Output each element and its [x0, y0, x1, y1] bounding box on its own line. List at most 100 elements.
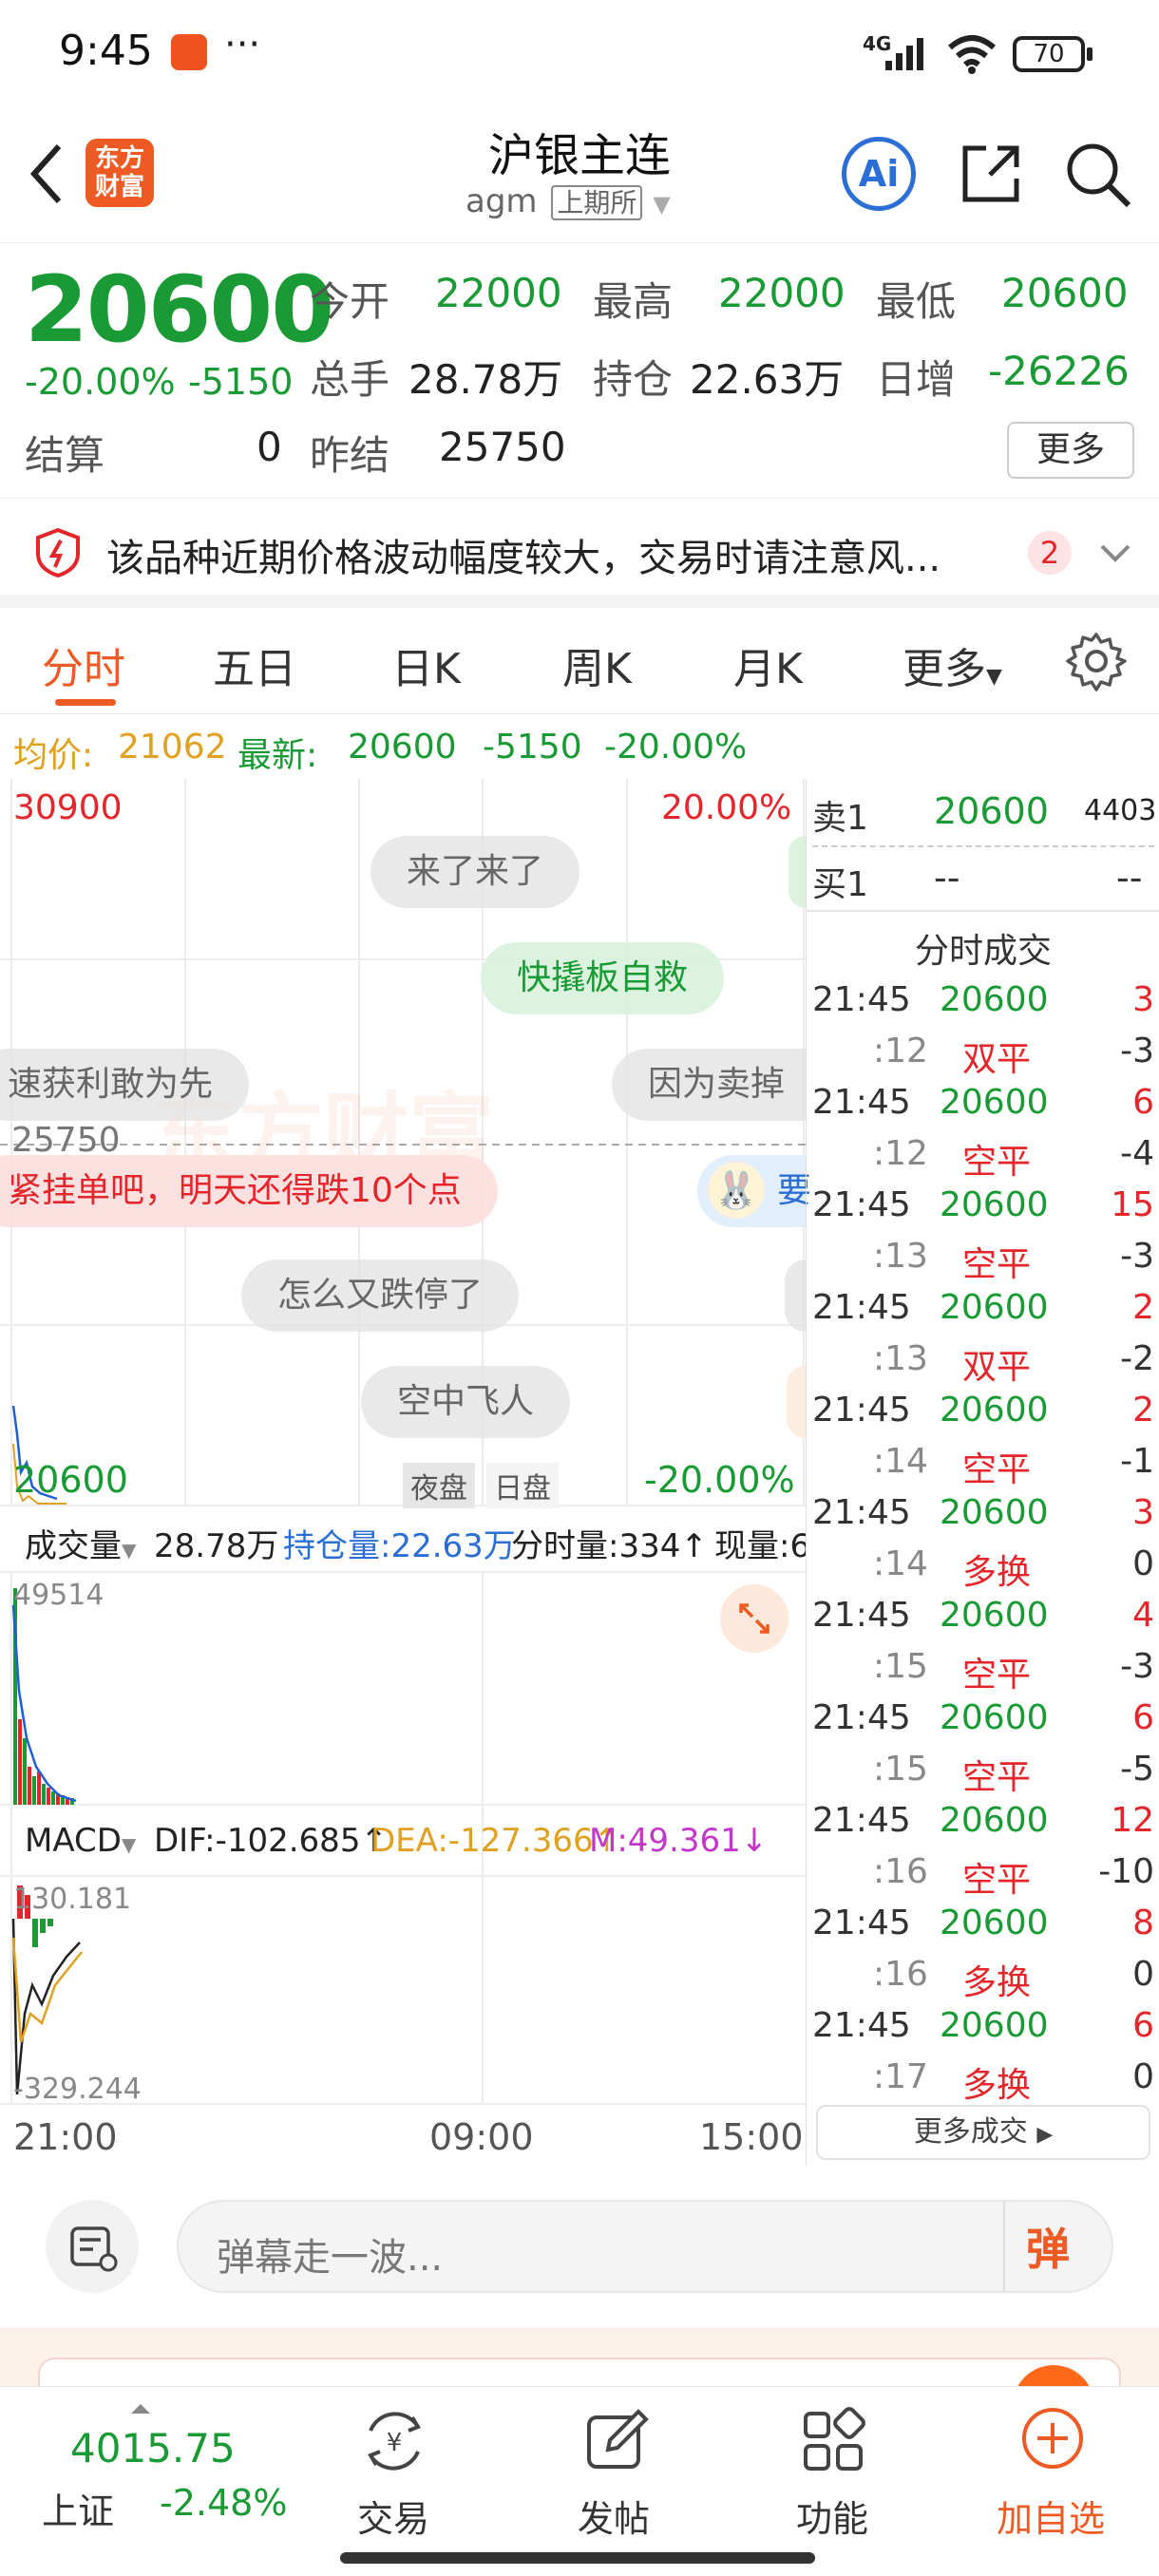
open-interest-label: 持仓 [593, 356, 674, 403]
settings-gear-icon[interactable] [1066, 631, 1127, 691]
tick-oi-change: 0 [1132, 2057, 1154, 2096]
open-value: 22000 [435, 270, 562, 316]
tick-type: 空平 [962, 1143, 1032, 1182]
tick-row-time-price: 21:45 20600 12 [807, 1795, 1159, 1847]
bid1-label: 买1 [812, 865, 868, 904]
ask1-volume: 4403 [1084, 794, 1157, 827]
caret-right-icon: ▶ [1036, 2123, 1054, 2147]
tick-row-time-price: 21:45 20600 3 [807, 1487, 1159, 1539]
tab-trade[interactable]: ¥ 交易 [308, 2387, 479, 2558]
tick-oi-change: -2 [1120, 1339, 1154, 1378]
current-volume-text: 现量:6 [714, 1527, 806, 1565]
home-indicator [340, 2552, 815, 2564]
tick-second: :13 [873, 1237, 928, 1276]
intraday-chart[interactable]: 东方财富 30900 20.00% 25750 20600 -20.00% 夜盘… [0, 779, 811, 2166]
search-icon[interactable] [1064, 141, 1134, 211]
upper-limit-price: 30900 [13, 788, 123, 827]
tick-second: :14 [873, 1544, 928, 1583]
latest-price: 20600 [348, 728, 457, 767]
danmu-bubble-partial [787, 1366, 806, 1438]
ask1-label: 卖1 [812, 799, 868, 838]
tick-oi-change: 0 [1132, 1955, 1154, 1994]
tab-intraday[interactable]: 分时 [42, 635, 125, 695]
open-interest-text: 持仓量:22.63万 [283, 1527, 516, 1565]
index-value: 4015.75 [70, 2425, 236, 2472]
tick-type: 多换 [962, 1963, 1032, 2002]
tab-add-watchlist[interactable]: 加自选 [965, 2387, 1136, 2558]
chart-period-tabs: 分时 五日 日K 周K 月K 更多▼ [0, 608, 1159, 714]
risk-warning-bar[interactable]: 该品种近期价格波动幅度较大，交易时请注意风... 2 [0, 499, 1159, 608]
chevron-down-icon: ▼ [653, 191, 671, 218]
edit-post-icon [587, 2409, 649, 2469]
tick-row-time-price: 21:45 20600 2 [807, 1282, 1159, 1334]
tick-row-type: :16 空平 -10 [807, 1847, 1159, 1900]
tick-volume: 6 [1132, 1083, 1154, 1122]
volume-indicator-header: 成交量▼ 28.78万 持仓量:22.63万 分时量:334↑ 现量:6 [0, 1510, 806, 1571]
tick-row-time-price: 21:45 20600 4 [807, 1590, 1159, 1641]
tick-type: 双平 [962, 1348, 1032, 1387]
tick-time: 21:45 [812, 2006, 911, 2045]
tab-monthly-k[interactable]: 月K [733, 635, 803, 695]
tick-row-type: :15 空平 -3 [807, 1641, 1159, 1695]
more-ticks-button[interactable]: 更多成交 ▶ [816, 2105, 1150, 2160]
tick-time: 21:45 [812, 1288, 911, 1327]
tab-more[interactable]: 更多▼ [902, 635, 1002, 695]
battery-icon: 70 [1013, 36, 1085, 72]
tab-more-label: 更多 [902, 645, 986, 693]
share-icon[interactable] [958, 141, 1024, 207]
tick-volume: 3 [1132, 1493, 1154, 1532]
status-time: 9:45 [59, 27, 153, 75]
user-avatar: 🐰 [707, 1161, 766, 1220]
ai-assistant-icon[interactable]: Ai [842, 137, 916, 211]
tick-oi-change: -1 [1120, 1442, 1154, 1481]
signal-icon [885, 38, 923, 70]
prev-settle-line-label: 25750 [11, 1121, 121, 1160]
index-ticker[interactable]: 4015.75 上证 -2.48% [38, 2402, 287, 2554]
upper-limit-percent: 20.00% [661, 788, 792, 827]
expand-chart-button[interactable] [720, 1584, 788, 1653]
back-icon[interactable] [23, 141, 70, 207]
active-tab-indicator [55, 699, 116, 706]
danmu-input-bar: 弹幕走一波... 弹 [0, 2166, 1159, 2327]
tick-price: 20600 [940, 1288, 1049, 1327]
danmu-settings-button[interactable] [46, 2200, 139, 2293]
contract-code-row[interactable]: agm 上期所 ▼ [466, 182, 694, 220]
bid1-volume: -- [1116, 857, 1143, 899]
macd-m: M:49.361↓ [589, 1822, 769, 1860]
tick-price: 20600 [940, 1493, 1049, 1532]
tab-weekly-k[interactable]: 周K [562, 635, 632, 695]
tick-volume-text: 分时量:334↑ [511, 1527, 708, 1565]
night-session-label[interactable]: 夜盘 [403, 1463, 475, 1508]
svg-text:¥: ¥ [387, 2429, 403, 2457]
tick-price: 20600 [940, 1185, 1049, 1224]
shield-alert-icon [36, 527, 80, 578]
tick-row-type: :13 空平 -3 [807, 1231, 1159, 1284]
chevron-down-icon[interactable] [1098, 540, 1132, 567]
danmu-input[interactable]: 弹幕走一波... 弹 [177, 2200, 1113, 2293]
more-quote-button[interactable]: 更多 [1007, 422, 1134, 479]
settle-value: 0 [256, 424, 282, 470]
danmu-bubble: 怎么又跌停了 [241, 1260, 520, 1332]
tick-row-time-price: 21:45 20600 6 [807, 2000, 1159, 2052]
tab-five-day[interactable]: 五日 [213, 635, 296, 695]
day-session-label[interactable]: 日盘 [486, 1463, 559, 1508]
tick-time: 21:45 [812, 1185, 911, 1224]
send-danmu-button[interactable]: 弹 [1026, 2215, 1092, 2278]
tick-price: 20600 [940, 1391, 1049, 1430]
add-circle-icon [1022, 2408, 1083, 2469]
tick-list[interactable]: 21:45 20600 3:12 双平 -3 21:45 20600 6:12 空平 -4 21:4… [807, 975, 1159, 2105]
tab-daily-k[interactable]: 日K [391, 635, 461, 695]
tick-second: :16 [873, 1852, 928, 1891]
macd-max-label: 130.181 [13, 1883, 132, 1916]
tick-volume: 2 [1132, 1391, 1154, 1430]
tick-second: :12 [873, 1134, 928, 1173]
tab-post[interactable]: 发帖 [528, 2387, 699, 2558]
macd-selector[interactable]: MACD▼ [25, 1822, 136, 1860]
volume-selector[interactable]: 成交量▼ [25, 1520, 136, 1566]
tick-row-time-price: 21:45 20600 8 [807, 1898, 1159, 1949]
tick-time: 21:45 [812, 1391, 911, 1430]
tick-second: :12 [873, 1032, 928, 1070]
tab-functions[interactable]: 功能 [747, 2387, 918, 2558]
exchange-badge: 上期所 [551, 185, 643, 220]
time-axis-end: 15:00 [699, 2116, 804, 2158]
